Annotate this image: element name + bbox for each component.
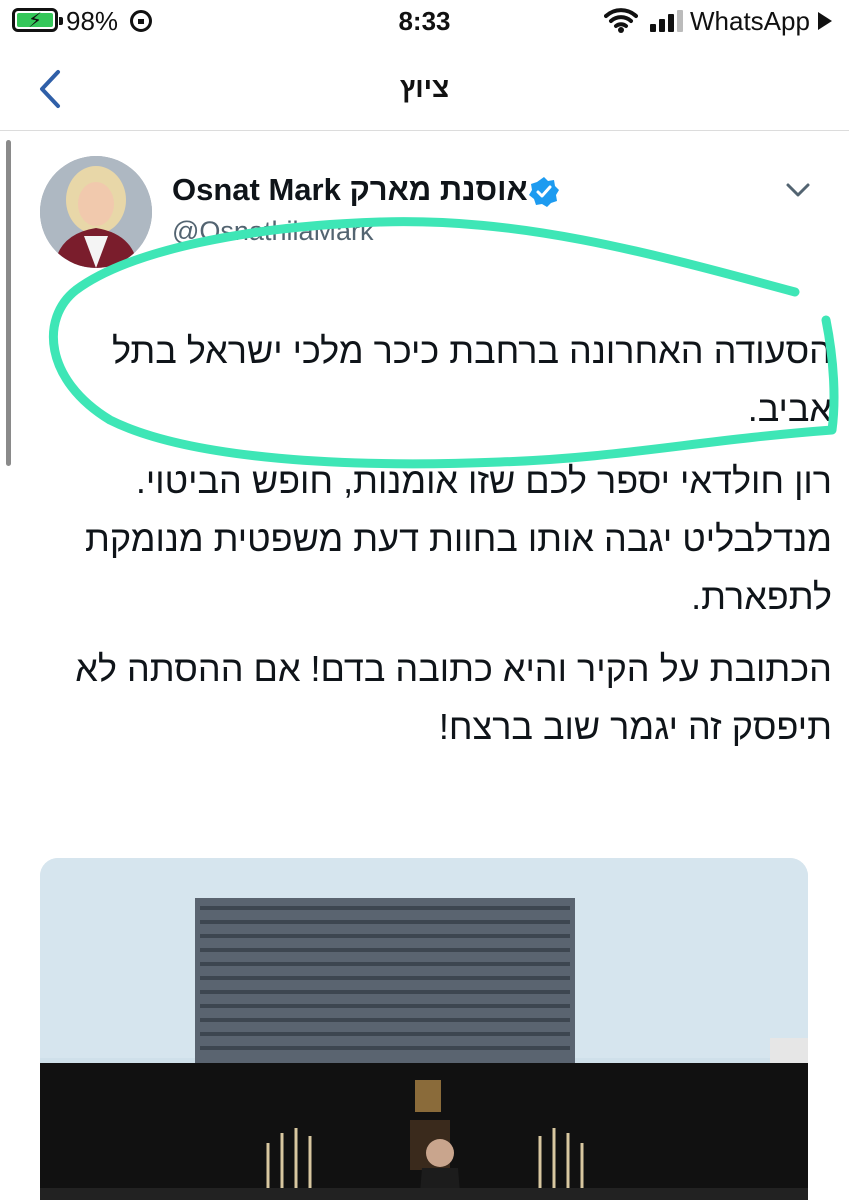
tweet-text: הסעודה האחרונה ברחבת כיכר מלכי ישראל בתל… (40, 322, 832, 770)
nav-divider (0, 130, 849, 131)
author-avatar[interactable] (40, 156, 152, 268)
more-options-button[interactable] (784, 180, 812, 200)
navigation-bar: ציוץ (0, 56, 849, 126)
tweet-paragraph: רון חולדאי יספר לכם שזו אומנות, חופש הבי… (85, 460, 832, 617)
wifi-icon (604, 8, 638, 33)
verified-badge-icon (529, 177, 559, 207)
play-icon (818, 12, 832, 30)
status-bar: ⚡ 98% 8:33 WhatsApp (0, 0, 849, 44)
author-name[interactable]: Osnat Mark אוסנת מארק (172, 172, 528, 208)
tweet-screen: ⚡ 98% 8:33 WhatsApp ציוץ Osnat Mark אוסנ… (0, 0, 849, 1200)
scroll-indicator (6, 140, 11, 466)
back-to-app-link[interactable]: WhatsApp (690, 6, 810, 37)
page-title: ציוץ (399, 72, 450, 103)
cellular-signal-icon (650, 10, 684, 32)
tweet-paragraph: הסעודה האחרונה ברחבת כיכר מלכי ישראל בתל… (112, 330, 832, 429)
author-handle[interactable]: @OsnathilaMark (172, 216, 373, 247)
tweet-image[interactable] (40, 858, 808, 1200)
tweet-paragraph: הכתובת על הקיר והיא כתובה בדם! אם ההסתה … (75, 648, 832, 747)
